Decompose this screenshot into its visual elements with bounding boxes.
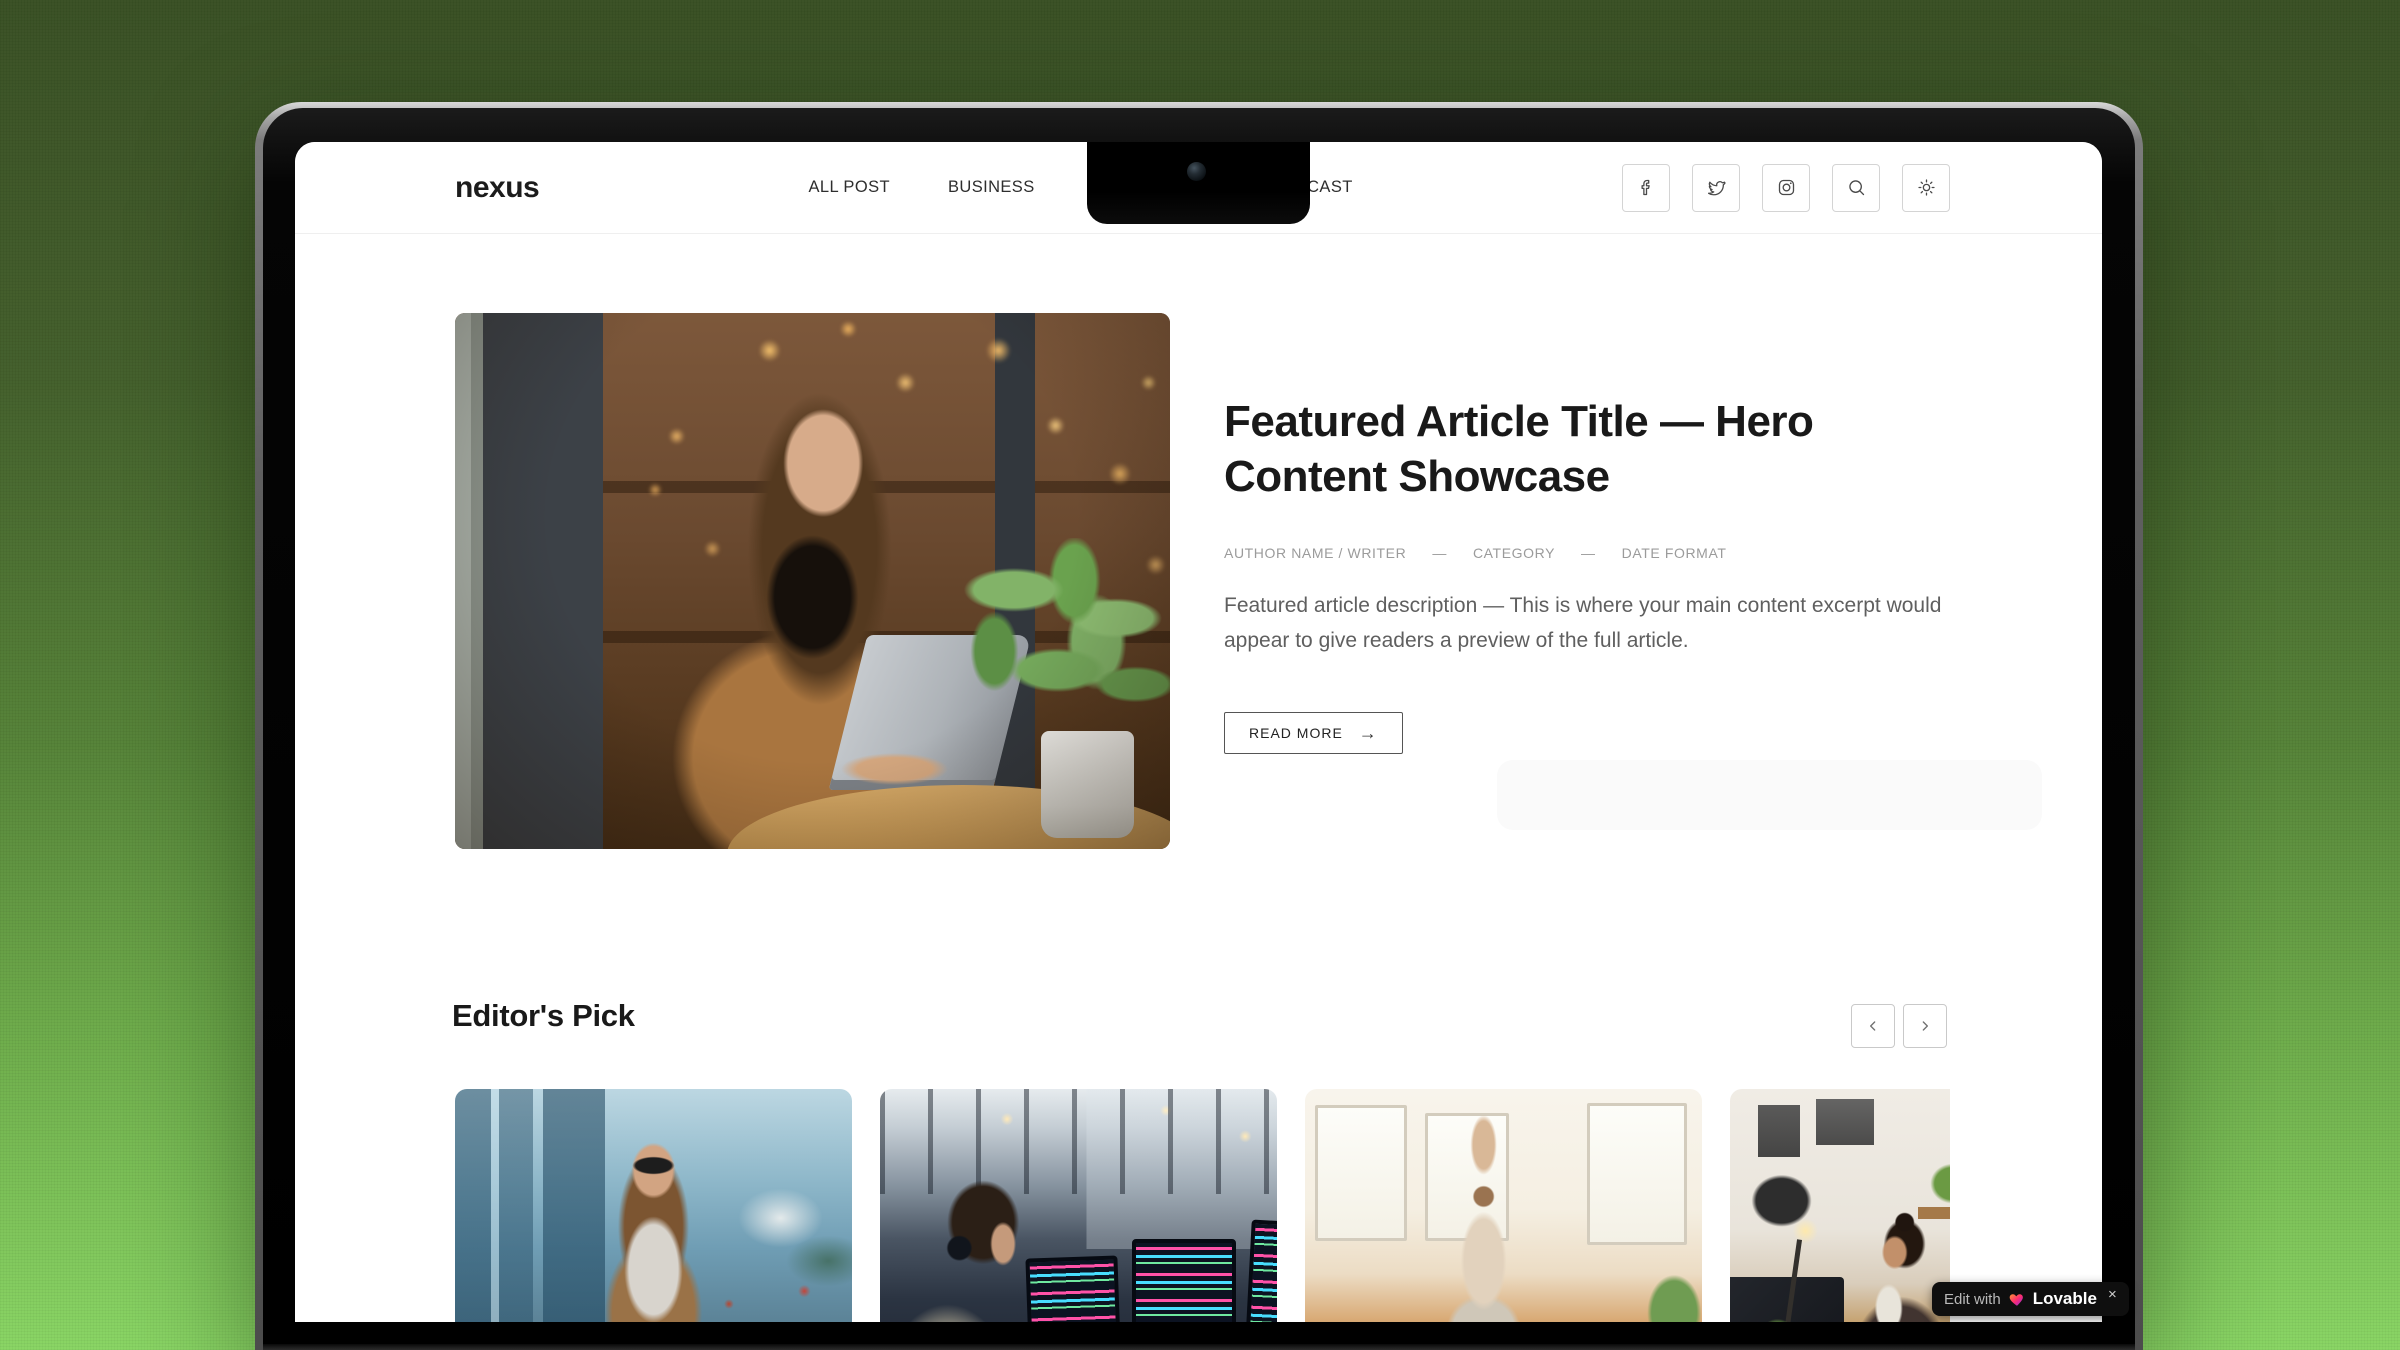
- badge-prefix-label: Edit with: [1944, 1291, 2001, 1308]
- twitter-icon: [1706, 177, 1727, 198]
- screenshot-root: { "brand": { "name": "nexus" }, "nav": {…: [0, 0, 2400, 1350]
- sun-icon: [1916, 177, 1937, 198]
- read-more-button[interactable]: READ MORE →: [1224, 712, 1403, 754]
- carousel-nav: [1851, 1004, 1947, 1048]
- theme-toggle-button[interactable]: [1902, 164, 1950, 212]
- editors-pick-heading: Editor's Pick: [452, 998, 635, 1034]
- meta-date: DATE FORMAT: [1622, 545, 1727, 561]
- featured-article-title: Featured Article Title — Hero Content Sh…: [1224, 394, 1844, 504]
- carousel-prev-button[interactable]: [1851, 1004, 1895, 1048]
- lovable-badge[interactable]: Edit with Lovable ×: [1932, 1282, 2129, 1316]
- editors-pick-carousel: [455, 1089, 1950, 1322]
- card-art-shelf: [1918, 1207, 1950, 1219]
- meta-separator: —: [1581, 545, 1596, 561]
- card-art-lamp-stand: [1779, 1239, 1802, 1322]
- meta-author: AUTHOR NAME / WRITER: [1224, 545, 1406, 561]
- laptop-bezel: nexus ALL POST BUSINESS TECHNOLOGY PODCA…: [263, 108, 2135, 1350]
- nav-item-all-post[interactable]: ALL POST: [809, 178, 890, 197]
- card-art-monitor: [1240, 1220, 1277, 1322]
- badge-brand-label: Lovable: [2033, 1289, 2097, 1309]
- laptop-notch: [1087, 142, 1310, 224]
- ghost-placeholder: [1497, 760, 2042, 830]
- card-art-window: [1315, 1105, 1407, 1241]
- meta-category: CATEGORY: [1473, 545, 1555, 561]
- editors-pick-card[interactable]: [1305, 1089, 1702, 1322]
- editors-pick-card[interactable]: [455, 1089, 852, 1322]
- featured-article-description: Featured article description — This is w…: [1224, 588, 1954, 658]
- arrow-right-icon: →: [1359, 723, 1378, 744]
- site-viewport: nexus ALL POST BUSINESS TECHNOLOGY PODCA…: [295, 142, 2102, 1322]
- chevron-right-icon: [1917, 1018, 1933, 1034]
- twitter-button[interactable]: [1692, 164, 1740, 212]
- webcam-dot: [1187, 162, 1206, 181]
- featured-article-content: Featured Article Title — Hero Content Sh…: [1224, 394, 1950, 754]
- search-icon: [1846, 177, 1867, 198]
- card-art-monitor: [1132, 1239, 1236, 1322]
- main-nav: ALL POST BUSINESS TECHNOLOGY PODCAST: [539, 178, 1622, 197]
- facebook-button[interactable]: [1622, 164, 1670, 212]
- chevron-left-icon: [1865, 1018, 1881, 1034]
- card-art-screen-panel: [1730, 1277, 1844, 1322]
- hero-art-vignette: [455, 313, 1170, 849]
- nav-item-business[interactable]: BUSINESS: [948, 178, 1035, 197]
- search-button[interactable]: [1832, 164, 1880, 212]
- site-logo[interactable]: nexus: [455, 171, 539, 205]
- editors-pick-card[interactable]: [880, 1089, 1277, 1322]
- card-art-window: [1425, 1113, 1509, 1241]
- heart-icon: [2008, 1290, 2026, 1308]
- editors-pick-card[interactable]: [1730, 1089, 1950, 1322]
- instagram-button[interactable]: [1762, 164, 1810, 212]
- laptop-frame: nexus ALL POST BUSINESS TECHNOLOGY PODCA…: [255, 102, 2143, 1350]
- carousel-next-button[interactable]: [1903, 1004, 1947, 1048]
- close-icon[interactable]: ×: [2108, 1286, 2117, 1303]
- header-actions: [1622, 164, 1950, 212]
- instagram-icon: [1776, 177, 1797, 198]
- facebook-icon: [1636, 177, 1657, 198]
- featured-article-image[interactable]: [455, 313, 1170, 849]
- featured-article-meta: AUTHOR NAME / WRITER — CATEGORY — DATE F…: [1224, 545, 1950, 561]
- meta-separator: —: [1432, 545, 1447, 561]
- card-art-monitor: [1025, 1255, 1122, 1322]
- card-art-window: [1587, 1103, 1687, 1245]
- read-more-label: READ MORE: [1249, 725, 1343, 741]
